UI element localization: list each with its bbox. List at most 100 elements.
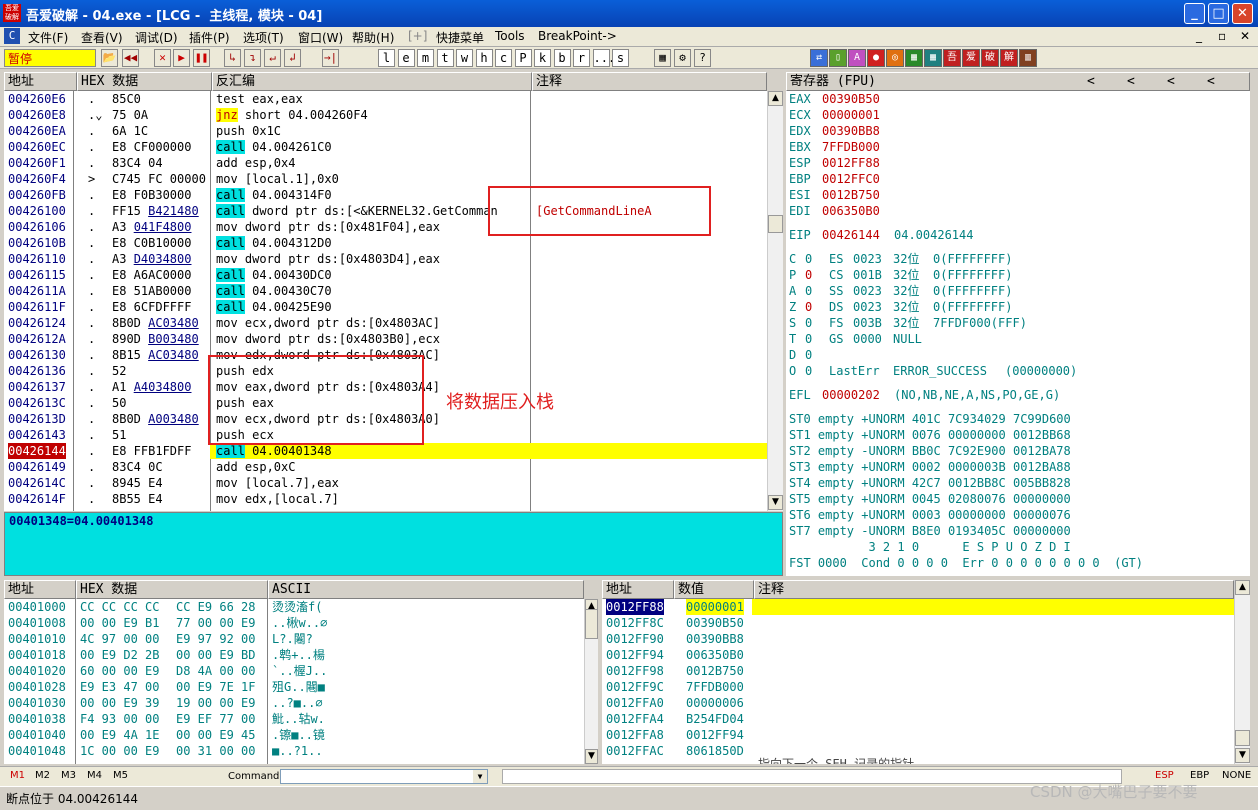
disasm-hex[interactable]: A1 A4034800 (112, 379, 208, 395)
disasm-instruction[interactable]: call 04.00430DC0 (216, 267, 528, 283)
reg-arrow-1[interactable]: < (1087, 73, 1095, 90)
flag-value[interactable]: 0 (805, 251, 812, 267)
dump-address[interactable]: 00401008 (8, 615, 66, 631)
disasm-address[interactable]: 00426110 (8, 251, 66, 267)
flag-value[interactable]: 0 (805, 267, 812, 283)
scroll-up-icon[interactable]: ▲ (1235, 580, 1250, 595)
step-into-icon[interactable]: ↳ (224, 49, 241, 67)
disasm-hex[interactable]: 8B15 AC03480 (112, 347, 208, 363)
disasm-address[interactable]: 00426136 (8, 363, 66, 379)
disasm-hex[interactable]: 83C4 0C (112, 459, 208, 475)
disasm-hex[interactable]: 890D B003480 (112, 331, 208, 347)
register-value[interactable]: 0012B750 (822, 187, 880, 203)
dump-hex-2[interactable]: 00 00 E9 45 (176, 727, 255, 743)
reg-arrow-2[interactable]: < (1127, 73, 1135, 90)
disasm-hex[interactable]: E8 FFB1FDFF (112, 443, 208, 459)
stack-scrollbar[interactable]: ▲ ▼ (1234, 580, 1250, 764)
fpu-register[interactable]: ST0 empty +UNORM 401C 7C934029 7C99D600 (789, 411, 1071, 427)
child-close-button[interactable]: ✕ (1240, 29, 1250, 43)
dump-hex-1[interactable]: CC CC CC CC (80, 599, 159, 615)
menu-debug[interactable]: 调试(D) (135, 29, 178, 46)
disasm-hex[interactable]: 8B0D A003480 (112, 411, 208, 427)
dump-hex-1[interactable]: 4C 97 00 00 (80, 631, 159, 647)
registers-pane[interactable]: EAX 00390B50 ECX 00000001 EDX 00390BB8 EBX 7FFD… (786, 91, 1250, 576)
menu-help[interactable]: 帮助(H) (352, 29, 394, 46)
view-button-m[interactable]: m (417, 49, 434, 67)
stack-address[interactable]: 0012FF94 (606, 647, 664, 663)
dump-hex-1[interactable]: 1C 00 00 E9 (80, 743, 159, 759)
view-button-r[interactable]: r (573, 49, 590, 67)
dump-ascii[interactable]: 魮..轱w. (272, 711, 325, 727)
flag-value[interactable]: 0 (805, 299, 812, 315)
tab-m1[interactable]: M1 (10, 770, 25, 781)
disasm-hex[interactable]: 83C4 04 (112, 155, 208, 171)
reg-arrow-4[interactable]: < (1207, 73, 1215, 90)
disasm-instruction[interactable]: test eax,eax (216, 91, 528, 107)
plugin-icon-9[interactable]: 破 (981, 49, 999, 67)
dump-address[interactable]: 00401010 (8, 631, 66, 647)
view-button-k[interactable]: k (534, 49, 551, 67)
dump-ascii[interactable]: 烫烫滀f( (272, 599, 322, 615)
dump-hex-2[interactable]: 00 00 E9 BD (176, 647, 255, 663)
plugin-icon-10[interactable]: 解 (1000, 49, 1018, 67)
stack-value[interactable]: B254FD04 (686, 711, 744, 727)
view-button-dotsdotsdots[interactable]: ... (592, 49, 615, 67)
disasm-hex[interactable]: 75 0A (112, 107, 208, 123)
disasm-instruction[interactable]: mov [local.7],eax (216, 475, 528, 491)
stack-header-addr[interactable]: 地址 (602, 580, 674, 599)
minimize-button[interactable]: _ (1184, 3, 1205, 24)
disasm-address[interactable]: 0042613C (8, 395, 66, 411)
disassembly-pane[interactable]: 004260E6. 85C0 test eax,eax 004260E8 .⌄ 75 0A… (4, 91, 767, 511)
menu-plus[interactable]: [+] (408, 29, 427, 43)
step-over-icon[interactable]: ↴ (244, 49, 261, 67)
dump-address[interactable]: 00401018 (8, 647, 66, 663)
plugin-icon-8[interactable]: 爱 (962, 49, 980, 67)
stack-header-value[interactable]: 数值 (674, 580, 754, 599)
child-minimize-button[interactable]: _ (1196, 29, 1202, 43)
run-icon[interactable]: ▶ (173, 49, 190, 67)
disasm-hex[interactable]: 85C0 (112, 91, 208, 107)
dump-hex-1[interactable]: E9 E3 47 00 (80, 679, 159, 695)
disasm-hex[interactable]: C745 FC 00000 (112, 171, 208, 187)
fpu-register[interactable]: ST1 empty +UNORM 0076 00000000 0012BB68 (789, 427, 1071, 443)
stack-header-comment[interactable]: 注释 (754, 580, 1234, 599)
trace-into-icon[interactable]: ↵ (264, 49, 281, 67)
dump-address[interactable]: 00401020 (8, 663, 66, 679)
disasm-address[interactable]: 004260F4 (8, 171, 66, 187)
fpu-register[interactable]: ST3 empty +UNORM 0002 0000003B 0012BA88 (789, 459, 1071, 475)
stack-address[interactable]: 0012FF8C (606, 615, 664, 631)
disasm-hex[interactable]: 8B55 E4 (112, 491, 208, 507)
disasm-instruction[interactable]: call 04.00430C70 (216, 283, 528, 299)
plugin-icon-6[interactable]: ▦ (924, 49, 942, 67)
plugin-icon-2[interactable]: A (848, 49, 866, 67)
dump-hex-2[interactable]: 00 31 00 00 (176, 743, 255, 759)
dump-hex-2[interactable]: D8 4A 00 00 (176, 663, 255, 679)
flag-value[interactable]: 0 (805, 283, 812, 299)
toolbar-icon-0[interactable]: ▦ (654, 49, 671, 67)
fpu-register[interactable]: ST6 empty +UNORM 0003 00000000 00000076 (789, 507, 1071, 523)
plugin-icon-0[interactable]: ⇄ (810, 49, 828, 67)
dump-address[interactable]: 00401030 (8, 695, 66, 711)
dump-ascii[interactable]: .鹎+..楊 (272, 647, 325, 663)
menu-file[interactable]: 文件(F) (28, 29, 68, 46)
disasm-address[interactable]: 0042614C (8, 475, 66, 491)
disasm-address[interactable]: 004260F1 (8, 155, 66, 171)
disasm-instruction[interactable]: jnz short 04.004260F4 (216, 107, 528, 123)
disasm-address[interactable]: 0042614F (8, 491, 66, 507)
dump-hex-2[interactable]: 77 00 00 E9 (176, 615, 255, 631)
cpu-window-icon[interactable]: C (4, 28, 20, 44)
none-button[interactable]: NONE (1222, 770, 1251, 781)
disasm-hex[interactable]: 52 (112, 363, 208, 379)
disasm-scrollbar[interactable]: ▲ ▼ (767, 91, 783, 511)
dump-hex-2[interactable]: E9 97 92 00 (176, 631, 255, 647)
disasm-instruction[interactable]: call 04.004312D0 (216, 235, 528, 251)
fpu-register[interactable]: ST2 empty -UNORM BB0C 7C92E900 0012BA78 (789, 443, 1071, 459)
register-value[interactable]: 7FFDB000 (822, 139, 880, 155)
register-value[interactable]: 0012FFC0 (822, 171, 880, 187)
disasm-hex[interactable]: E8 51AB0000 (112, 283, 208, 299)
dump-ascii[interactable]: ..楸w..∅ (272, 615, 327, 631)
stack-address[interactable]: 0012FF98 (606, 663, 664, 679)
stack-address[interactable]: 0012FFA4 (606, 711, 664, 727)
segment-value[interactable]: 0023 (853, 251, 882, 267)
dump-scrollbar[interactable]: ▲ ▼ (584, 599, 598, 764)
